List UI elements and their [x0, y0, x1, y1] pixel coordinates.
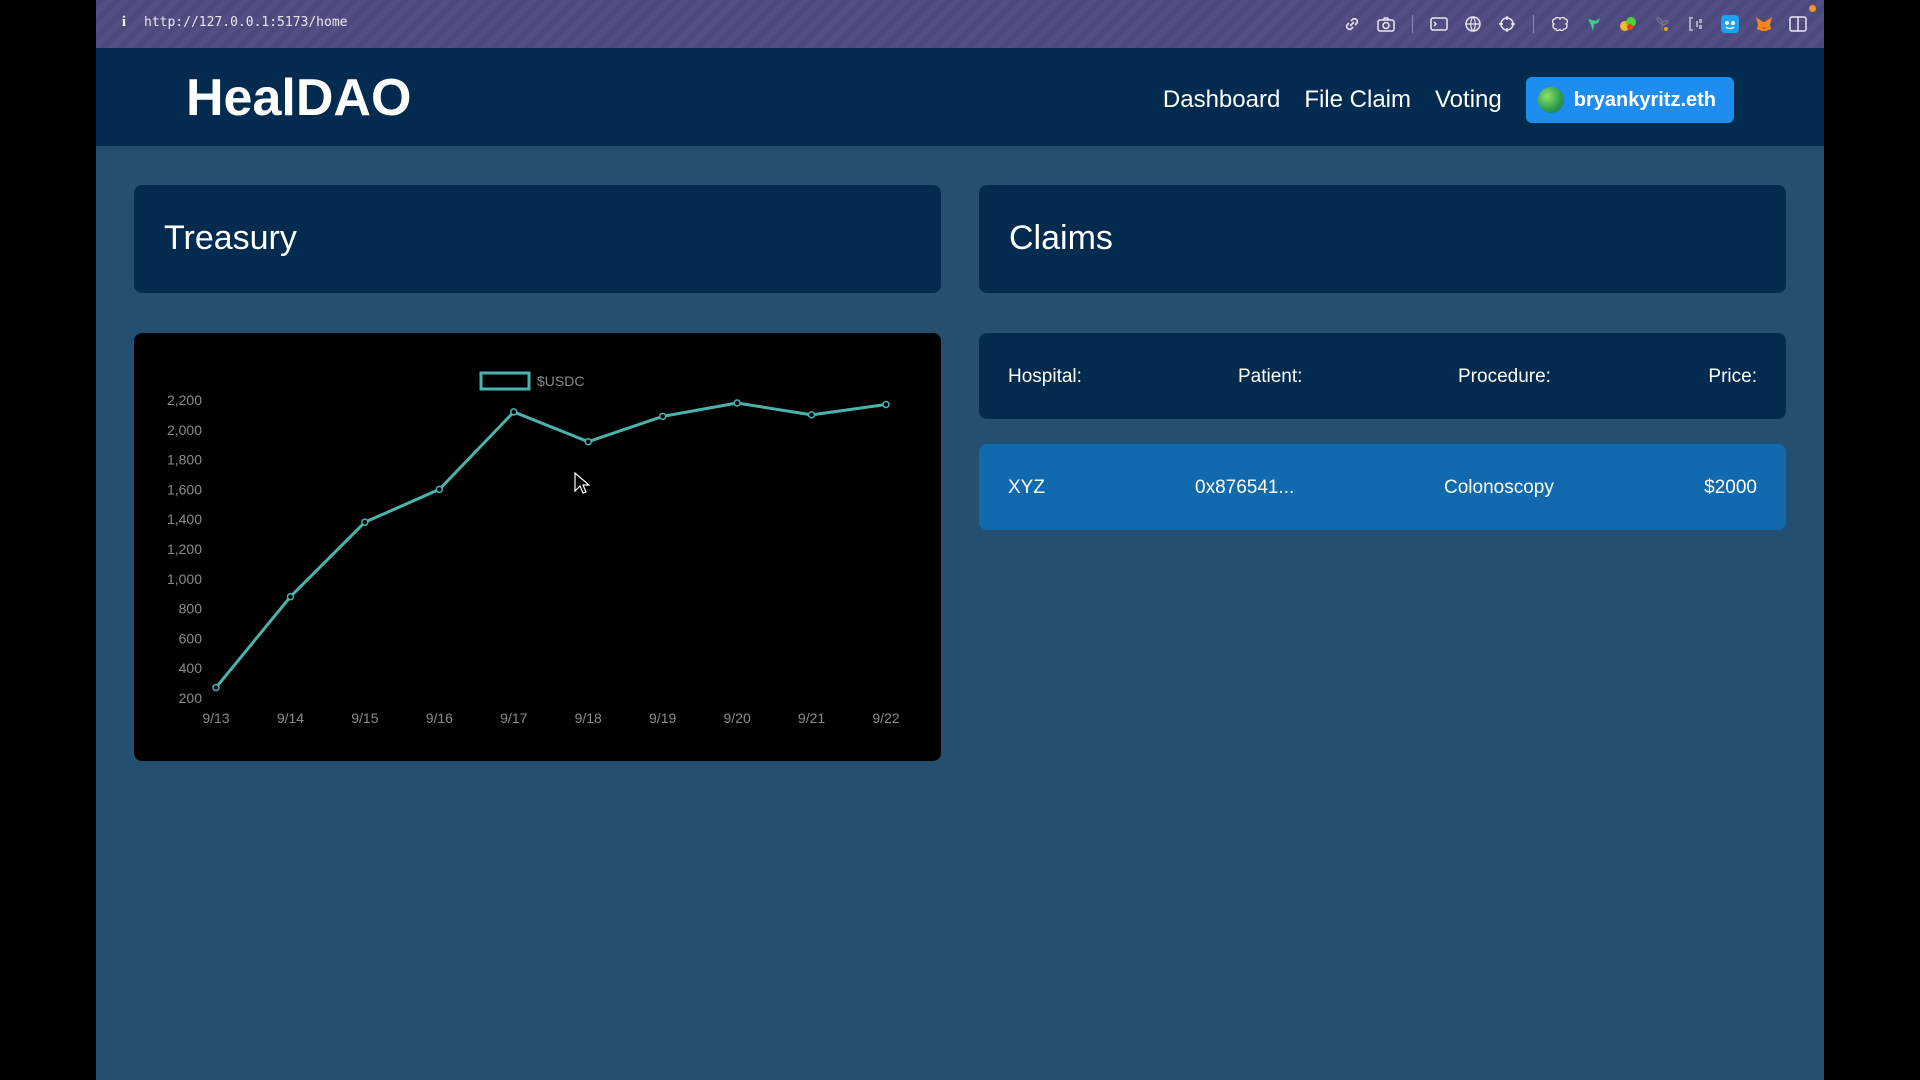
- nav-voting[interactable]: Voting: [1435, 86, 1502, 114]
- claim-procedure: Colonoscopy: [1444, 477, 1554, 498]
- data-point: [807, 411, 816, 419]
- y-tick-label: 600: [179, 630, 203, 646]
- y-tick-label: 800: [179, 601, 203, 617]
- column-header-procedure: Procedure:: [1458, 366, 1551, 387]
- column-header-patient: Patient:: [1238, 366, 1303, 387]
- camera-icon[interactable]: [1374, 12, 1398, 36]
- sidebar-toggle-icon[interactable]: [1786, 12, 1810, 36]
- mouse-cursor-icon: [574, 472, 590, 494]
- data-point: [733, 399, 741, 407]
- notification-dot: [1809, 5, 1816, 12]
- wallet-button[interactable]: bryankyritz.eth: [1525, 77, 1734, 123]
- brain-extension-icon[interactable]: [1548, 12, 1572, 36]
- table-row[interactable]: XYZ 0x876541... Colonoscopy $2000: [979, 444, 1786, 530]
- y-tick-label: 1,200: [167, 541, 202, 557]
- browser-toolbar: i http://127.0.0.1:5173/home: [96, 0, 1824, 48]
- nav-file-claim[interactable]: File Claim: [1304, 86, 1411, 114]
- terminal-icon[interactable]: [1427, 12, 1451, 36]
- main-nav: Dashboard File Claim Voting bryankyritz.…: [1163, 77, 1734, 123]
- site-info-icon[interactable]: i: [116, 14, 132, 34]
- metamask-fox-icon[interactable]: [1752, 12, 1776, 36]
- y-tick-label: 1,000: [167, 571, 202, 587]
- hummingbird-extension-icon[interactable]: [1582, 12, 1606, 36]
- link-icon[interactable]: [1340, 12, 1364, 36]
- data-point: [212, 683, 220, 692]
- globe-icon[interactable]: [1461, 12, 1485, 36]
- data-point: [361, 518, 369, 526]
- toolbar-divider: [1412, 15, 1413, 33]
- legend-swatch: [479, 371, 531, 391]
- x-tick-label: 9/13: [202, 710, 229, 726]
- x-tick-label: 9/16: [426, 710, 453, 726]
- x-tick-label: 9/20: [723, 710, 750, 726]
- treasury-title: Treasury: [164, 219, 297, 257]
- data-point: [435, 485, 444, 494]
- address-bar[interactable]: http://127.0.0.1:5173/home: [144, 15, 348, 30]
- y-tick-label: 2,200: [167, 392, 202, 408]
- wallet-address: bryankyritz.eth: [1573, 88, 1716, 111]
- data-point: [510, 408, 518, 416]
- nav-dashboard[interactable]: Dashboard: [1163, 86, 1280, 114]
- x-tick-label: 9/21: [798, 710, 825, 726]
- app-header: HealDAO Dashboard File Claim Voting brya…: [96, 48, 1824, 146]
- claim-patient: 0x876541...: [1195, 477, 1295, 498]
- y-tick-label: 2,000: [167, 422, 202, 438]
- claims-header-card: Claims: [979, 185, 1786, 293]
- x-tick-label: 9/22: [872, 710, 899, 726]
- plant-extension-icon[interactable]: [1650, 12, 1674, 36]
- color-extension-icon[interactable]: [1616, 12, 1640, 36]
- toolbar-divider: [1533, 15, 1534, 33]
- claims-table-header: Hospital: Patient: Procedure: Price:: [979, 333, 1786, 419]
- data-point: [658, 412, 667, 421]
- claim-hospital: XYZ: [1008, 477, 1045, 498]
- x-tick-label: 9/17: [500, 710, 527, 726]
- claims-title: Claims: [1009, 219, 1113, 257]
- x-tick-label: 9/15: [351, 710, 378, 726]
- line-chart: $USDC 200 400 600 800 1,000 1,200 1,400 1,600 1,8…: [167, 371, 900, 726]
- y-tick-label: 1,600: [167, 481, 202, 497]
- y-tick-label: 1,800: [167, 452, 202, 468]
- data-point: [584, 437, 592, 446]
- y-tick-label: 400: [179, 660, 203, 676]
- claim-price: $2000: [1704, 477, 1757, 498]
- bear-extension-icon[interactable]: [1718, 12, 1742, 36]
- treasury-chart: $USDC 200 400 600 800 1,000 1,200 1,400 1,600 1,8…: [134, 333, 941, 761]
- data-point: [286, 592, 295, 601]
- column-header-price: Price:: [1708, 366, 1757, 387]
- browser-window: i http://127.0.0.1:5173/home HealDAO Das…: [96, 0, 1824, 1080]
- column-header-hospital: Hospital:: [1008, 366, 1082, 387]
- legend-label: $USDC: [537, 373, 584, 389]
- extension-toolbar: [1340, 12, 1810, 36]
- app-logo[interactable]: HealDAO: [186, 68, 411, 128]
- avatar: [1537, 87, 1564, 113]
- treasury-header-card: Treasury: [134, 185, 941, 293]
- y-tick-label: 1,400: [167, 511, 202, 527]
- y-tick-label: 200: [179, 690, 203, 706]
- x-tick-label: 9/18: [575, 710, 602, 726]
- series-line-usdc: [214, 401, 887, 689]
- code-extension-icon[interactable]: [1684, 12, 1708, 36]
- x-tick-label: 9/14: [277, 710, 304, 726]
- x-tick-label: 9/19: [649, 710, 676, 726]
- data-point: [882, 400, 890, 409]
- crosshair-icon[interactable]: [1495, 12, 1519, 36]
